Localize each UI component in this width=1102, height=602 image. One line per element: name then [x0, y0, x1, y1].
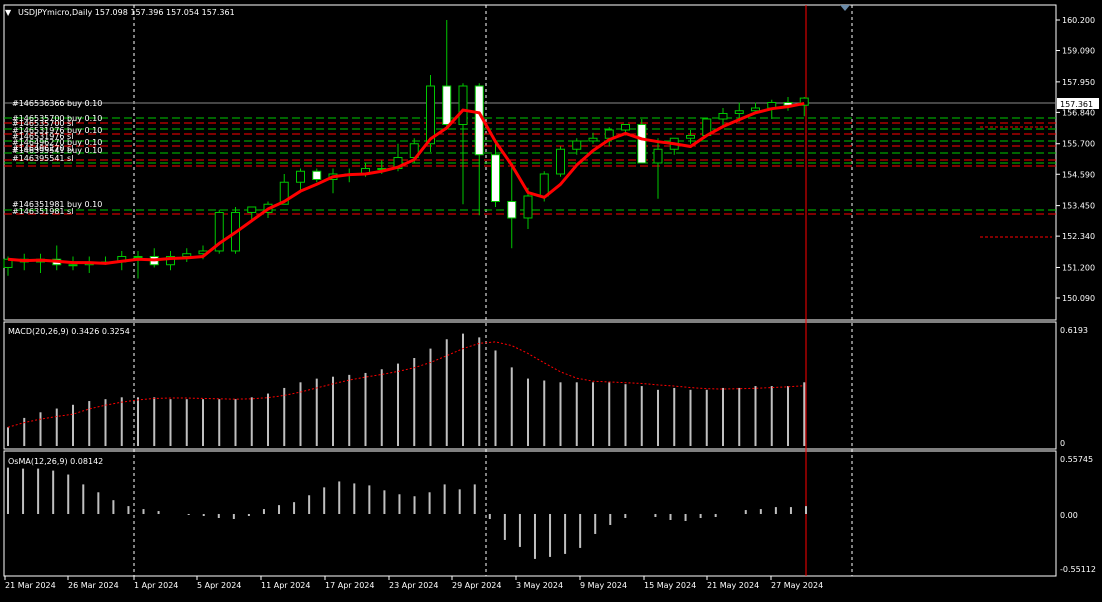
- vertical-grid: [133, 5, 853, 576]
- order-label-list: #146536366 buy 0.10 #146535700 buy 0.10 …: [12, 99, 102, 216]
- panel-border: [3, 450, 1057, 577]
- title-arrow-icon[interactable]: ▼: [5, 8, 12, 17]
- candle-body: [556, 148, 565, 175]
- candle-body: [442, 85, 452, 125]
- price-tick-label: 152.340: [1062, 232, 1095, 241]
- candle-body: [621, 123, 630, 131]
- macd-tick-label: 0.6193: [1060, 326, 1088, 335]
- candle-body: [312, 170, 322, 180]
- candle-body: [68, 264, 78, 267]
- date-tick-label: 21 Mar 2024: [5, 581, 56, 590]
- candle-body: [718, 112, 728, 120]
- chart-canvas[interactable]: 160.200 159.090 157.950 156.840 155.700 154.5…: [0, 0, 1102, 598]
- candle-body: [507, 200, 517, 219]
- candle-body: [686, 134, 695, 139]
- date-tick-label: 9 May 2024: [580, 581, 627, 590]
- price-tick-label: 150.090: [1062, 294, 1095, 303]
- osma-tick-label: 0.55745: [1060, 455, 1093, 464]
- osma-tick-label: 0.00: [1060, 511, 1078, 520]
- candle-body: [734, 110, 744, 114]
- date-tick-label: 11 Apr 2024: [261, 581, 310, 590]
- price-tick-label: 157.950: [1062, 78, 1095, 87]
- osma-tick-label: -0.55112: [1060, 565, 1096, 574]
- macd-signal-line: [7, 341, 805, 428]
- candle-body: [247, 206, 257, 213]
- candle-body: [751, 107, 760, 112]
- osma-histogram: [7, 467, 807, 559]
- chart-window[interactable]: 160.200 159.090 157.950 156.840 155.700 154.5…: [0, 0, 1102, 598]
- date-tick-label: 15 May 2024: [644, 581, 696, 590]
- price-tick-label: 159.090: [1062, 47, 1095, 56]
- main-title: USDJPYmicro,Daily 157.098 157.396 157.05…: [18, 8, 235, 17]
- panel-border: [3, 321, 1057, 450]
- panel-frames: [3, 4, 1057, 577]
- candle-body: [523, 195, 533, 219]
- candle-body: [539, 173, 549, 197]
- ma-line: [7, 101, 805, 265]
- current-price-label: 157.361: [1060, 100, 1093, 109]
- price-tick-label: 155.700: [1062, 140, 1095, 149]
- osma-title: OsMA(12,26,9) 0.08142: [8, 457, 103, 466]
- price-tick-label: 151.200: [1062, 263, 1095, 272]
- price-tick-label: 154.590: [1062, 170, 1095, 179]
- date-tick-label: 26 Mar 2024: [68, 581, 119, 590]
- moving-average: [7, 101, 805, 265]
- date-tick-label: 5 Apr 2024: [197, 581, 241, 590]
- order-label: #146351981 sl: [12, 207, 73, 216]
- price-tick-label: 153.450: [1062, 202, 1095, 211]
- macd-title: MACD(20,26,9) 0.3426 0.3254: [8, 327, 130, 336]
- date-axis: 21 Mar 2024 26 Mar 2024 1 Apr 2024 5 Apr 20…: [4, 576, 823, 590]
- date-tick-label: 27 May 2024: [771, 581, 823, 590]
- candle-body: [133, 255, 143, 258]
- candle-body: [653, 148, 663, 164]
- candle-body: [426, 85, 435, 145]
- macd-histogram: [7, 333, 806, 446]
- candles[interactable]: [3, 20, 809, 279]
- date-tick-label: 23 Apr 2024: [389, 581, 438, 590]
- date-tick-label: 29 Apr 2024: [452, 581, 501, 590]
- candle-body: [296, 170, 305, 183]
- candle-body: [588, 137, 598, 142]
- date-tick-label: 1 Apr 2024: [134, 581, 178, 590]
- shift-marker-icon: [840, 5, 850, 11]
- date-tick-label: 21 May 2024: [707, 581, 759, 590]
- date-tick-label: 3 May 2024: [516, 581, 563, 590]
- candle-body: [491, 154, 500, 202]
- candle-body: [458, 85, 468, 125]
- price-tick-label: 156.840: [1062, 108, 1095, 117]
- macd-tick-label: 0: [1060, 439, 1065, 448]
- order-label: #146395541 sl: [12, 154, 73, 163]
- price-tick-label: 160.200: [1062, 16, 1095, 25]
- order-label: #146536366 buy 0.10: [12, 99, 102, 108]
- candle-body: [637, 123, 647, 164]
- candle-body: [182, 253, 192, 257]
- candle-body: [572, 140, 582, 150]
- date-tick-label: 17 Apr 2024: [325, 581, 374, 590]
